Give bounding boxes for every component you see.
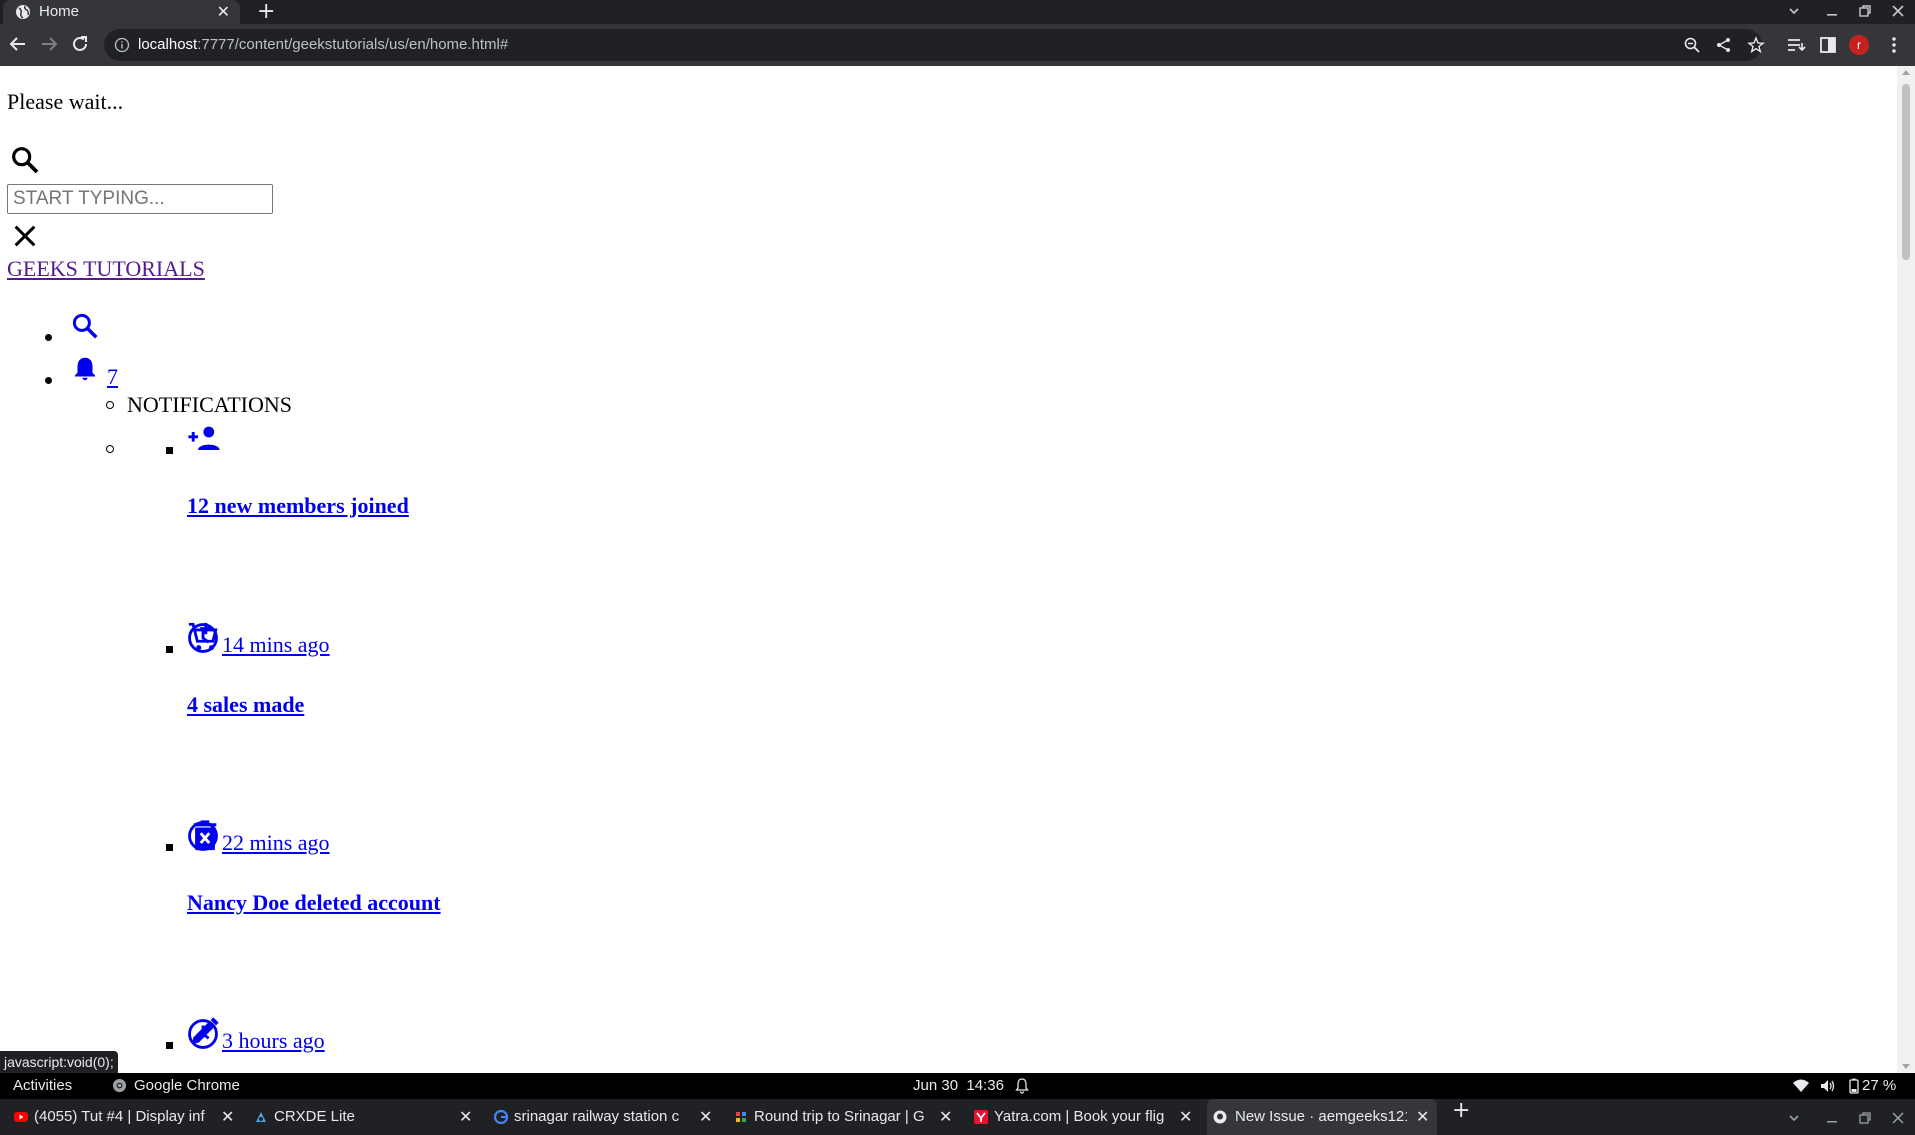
notification-time[interactable]: 22 mins ago: [222, 830, 330, 856]
share-icon[interactable]: [1715, 36, 1733, 54]
url-text: localhost:7777/content/geekstutorials/us…: [138, 36, 509, 53]
taskbar: (4055) Tut #4 | Display inf ✕ CRXDE Lite…: [0, 1098, 1915, 1135]
reload-icon[interactable]: [68, 32, 92, 56]
taskbar-close-icon[interactable]: ✕: [699, 1107, 712, 1127]
notification-bell-icon[interactable]: [1015, 1078, 1029, 1094]
minimize-icon[interactable]: [1825, 4, 1839, 18]
github-icon: [1213, 1110, 1227, 1124]
tab-close-icon[interactable]: ✕: [217, 2, 230, 22]
browser-tab-strip: Home ✕ +: [0, 0, 1915, 24]
list-bullet: [166, 1042, 173, 1049]
chrome-icon: [112, 1078, 127, 1093]
list-bullet: [166, 447, 173, 454]
yatra-icon: [974, 1110, 988, 1124]
notifications-header: NOTIFICATIONS: [127, 392, 292, 417]
forward-arrow-icon[interactable]: [37, 32, 61, 56]
taskbar-item[interactable]: (4055) Tut #4 | Display inf ✕: [10, 1099, 240, 1135]
list-bullet: [45, 334, 52, 341]
notification-time[interactable]: 3 hours ago: [222, 1028, 325, 1054]
taskbar-item-label: New Issue · aemgeeks121: [1235, 1108, 1407, 1125]
address-bar[interactable]: localhost:7777/content/geekstutorials/us…: [104, 29, 1765, 61]
taskbar-item-active[interactable]: New Issue · aemgeeks121 ✕: [1207, 1099, 1437, 1135]
notification-title[interactable]: Nancy Doe deleted account: [187, 890, 441, 916]
page-scrollbar[interactable]: [1897, 66, 1915, 1073]
list-bullet: [106, 445, 114, 453]
edit-icon[interactable]: [188, 1016, 220, 1048]
new-tab-button[interactable]: +: [257, 0, 275, 24]
tab-search-icon[interactable]: [1787, 4, 1801, 18]
chrome-menu-icon[interactable]: [1884, 35, 1904, 55]
notification-time[interactable]: 14 mins ago: [222, 632, 330, 658]
taskbar-item[interactable]: Yatra.com | Book your flig ✕: [970, 1099, 1198, 1135]
list-bullet: [166, 646, 173, 653]
notification-count-badge[interactable]: 7: [107, 364, 118, 390]
scroll-up-arrow-icon[interactable]: [1902, 70, 1910, 75]
taskbar-close-icon[interactable]: ✕: [459, 1107, 472, 1127]
scroll-down-arrow-icon[interactable]: [1902, 1064, 1910, 1069]
taskbar-close-icon[interactable]: ✕: [939, 1107, 952, 1127]
notification-title[interactable]: 12 new members joined: [187, 493, 409, 519]
window-close-icon[interactable]: [1891, 4, 1905, 18]
loading-text: Please wait...: [7, 89, 124, 114]
taskbar-item-label: CRXDE Lite: [274, 1108, 355, 1125]
taskbar-close-icon[interactable]: ✕: [1416, 1107, 1429, 1127]
nav-search-icon[interactable]: [70, 311, 100, 341]
google-icon: [494, 1110, 508, 1124]
wifi-icon[interactable]: [1793, 1079, 1809, 1093]
youtube-icon: [14, 1112, 28, 1122]
taskbar-item-label: Yatra.com | Book your flig: [994, 1108, 1165, 1125]
taskbar-new-tab-button[interactable]: +: [1452, 1098, 1470, 1134]
taskbar-item[interactable]: CRXDE Lite ✕: [250, 1099, 478, 1135]
bell-icon[interactable]: [70, 354, 100, 384]
site-info-icon[interactable]: [114, 37, 130, 53]
close-icon[interactable]: [11, 222, 39, 250]
status-bar-link: javascript:void(0);: [0, 1051, 118, 1073]
bookmark-star-icon[interactable]: [1747, 36, 1765, 54]
person-add-icon[interactable]: [186, 423, 222, 453]
brand-link[interactable]: GEEKS TUTORIALS: [7, 256, 205, 282]
tab-title: Home: [39, 3, 80, 20]
scroll-thumb[interactable]: [1902, 84, 1910, 260]
crxde-icon: [256, 1112, 266, 1122]
taskbar-minimize-icon[interactable]: [1825, 1111, 1839, 1125]
active-app-name[interactable]: Google Chrome: [134, 1077, 240, 1094]
zoom-icon[interactable]: [1683, 36, 1701, 54]
taskbar-item-label: Round trip to Srinagar | G: [754, 1108, 925, 1125]
taskbar-item[interactable]: srinagar railway station c ✕: [490, 1099, 718, 1135]
reading-list-icon[interactable]: [1786, 35, 1806, 55]
taskbar-item[interactable]: Round trip to Srinagar | G ✕: [730, 1099, 958, 1135]
battery-icon[interactable]: [1848, 1078, 1860, 1094]
search-input[interactable]: [7, 184, 273, 214]
list-bullet: [45, 377, 52, 384]
page-viewport: Please wait... GEEKS TUTORIALS 7 NOTIFIC…: [0, 66, 1897, 1073]
taskbar-close-icon[interactable]: ✕: [1179, 1107, 1192, 1127]
taskbar-item-label: (4055) Tut #4 | Display inf: [34, 1108, 205, 1125]
os-top-bar: Activities Google Chrome Jun 30 14:36 27…: [0, 1073, 1915, 1099]
restore-icon[interactable]: [1858, 4, 1872, 18]
battery-level: 27 %: [1862, 1077, 1897, 1094]
list-bullet: [106, 401, 114, 409]
volume-icon[interactable]: [1820, 1079, 1836, 1093]
taskbar-item-label: srinagar railway station c: [514, 1108, 680, 1125]
browser-toolbar: localhost:7777/content/geekstutorials/us…: [0, 24, 1915, 66]
taskbar-close-icon[interactable]: ✕: [221, 1107, 234, 1127]
search-icon[interactable]: [9, 144, 41, 176]
google-flights-icon: [736, 1112, 746, 1122]
activities-button[interactable]: Activities: [13, 1077, 72, 1094]
clock[interactable]: Jun 30 14:36: [913, 1077, 1004, 1094]
list-bullet: [166, 844, 173, 851]
globe-icon: [16, 5, 30, 19]
add-cart-icon[interactable]: [186, 620, 220, 654]
back-arrow-icon[interactable]: [6, 32, 30, 56]
browser-tab-home[interactable]: Home ✕: [3, 0, 240, 24]
taskbar-tab-search-icon[interactable]: [1787, 1111, 1801, 1125]
side-panel-icon[interactable]: [1818, 35, 1838, 55]
delete-icon[interactable]: [188, 819, 222, 853]
taskbar-close-window-icon[interactable]: [1891, 1111, 1905, 1125]
profile-avatar[interactable]: r: [1849, 35, 1869, 55]
notification-title[interactable]: 4 sales made: [187, 692, 304, 718]
taskbar-restore-icon[interactable]: [1858, 1111, 1872, 1125]
